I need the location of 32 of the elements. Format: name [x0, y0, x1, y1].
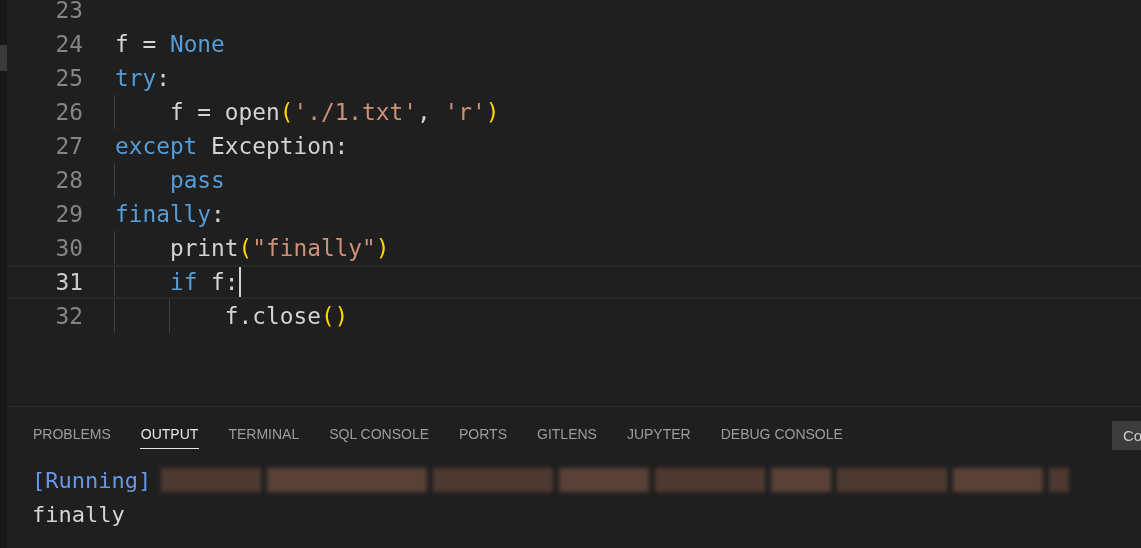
output-text: finally — [32, 501, 125, 527]
panel-tab[interactable]: SQL CONSOLE — [328, 421, 431, 449]
code-line: finally: — [115, 200, 225, 229]
text-cursor — [238, 267, 241, 297]
line-number: 25 — [54, 64, 84, 93]
panel-tab[interactable]: JUPYTER — [625, 421, 692, 449]
code-line: f = None — [115, 30, 225, 59]
panel-button[interactable]: Co — [1112, 420, 1141, 450]
line-number: 30 — [54, 234, 84, 263]
panel-tab[interactable]: OUTPUT — [139, 421, 200, 449]
scrollbar-thumb[interactable] — [0, 45, 7, 71]
code-line: if f: — [115, 267, 239, 297]
code-line: f = open('./1.txt', 'r') — [115, 95, 500, 129]
line-number: 24 — [54, 30, 84, 59]
line-number: 23 — [54, 0, 84, 25]
line-number: 28 — [54, 166, 84, 195]
line-number: 32 — [54, 302, 84, 331]
code-line: try: — [115, 64, 170, 93]
code-line: f.close() — [115, 299, 349, 333]
code-line: except Exception: — [115, 132, 349, 161]
panel-tab[interactable]: TERMINAL — [227, 421, 301, 449]
panel-tab[interactable]: PORTS — [458, 421, 508, 449]
line-number: 26 — [54, 98, 84, 127]
line-number: 29 — [54, 200, 84, 229]
panel-tab[interactable]: GITLENS — [536, 421, 598, 449]
line-number: 27 — [54, 132, 84, 161]
panel-tab[interactable]: PROBLEMS — [32, 421, 112, 449]
line-number: 31 — [54, 268, 84, 297]
code-line: print("finally") — [115, 231, 390, 265]
status-text: [Running] — [32, 467, 152, 493]
panel-tab[interactable]: DEBUG CONSOLE — [719, 421, 844, 449]
code-line: pass — [115, 163, 225, 197]
